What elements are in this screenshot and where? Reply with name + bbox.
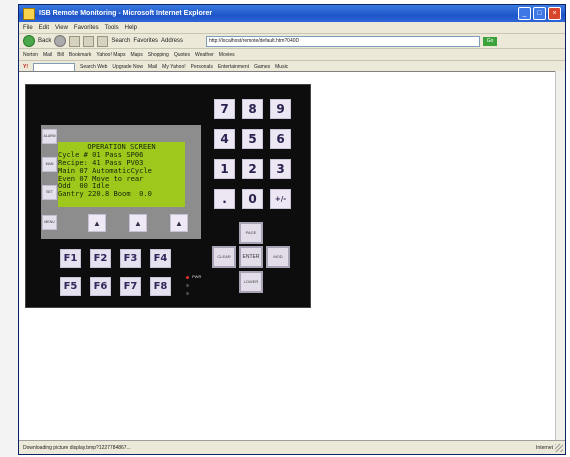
links-item-maps[interactable]: Maps [130,52,142,58]
numpad-3[interactable]: 3 [270,159,291,179]
links-item-quotes[interactable]: Quotes [174,52,190,58]
go-button[interactable]: Go [483,36,498,46]
lcd-screen: OPERATION SCREEN Cycle # 01 Pass SP06 Re… [58,142,185,207]
refresh-icon[interactable] [83,35,95,47]
address-label: Address [161,38,184,44]
numpad-8[interactable]: 8 [242,99,263,119]
yahoo-personals[interactable]: Personals [191,64,213,70]
menu-key[interactable]: MENU [42,215,57,230]
numpad-decimal[interactable]: . [214,189,235,209]
window-title: ISB Remote Monitoring - Microsoft Intern… [39,10,213,17]
favorites-button[interactable]: Favorites [133,38,158,44]
yahoo-my-yahoo[interactable]: My Yahoo! [162,64,185,70]
manual-key[interactable]: MAN [42,157,57,172]
softkey-up-2[interactable]: ▲ [129,214,147,232]
status-led [186,292,189,295]
nav-clear-key[interactable]: CLEAR [212,246,236,268]
alarm-key[interactable]: ALARM [42,129,57,144]
links-toolbar: Norton Mail Bill Bookmark Yahoo! Maps Ma… [19,49,565,61]
maximize-button[interactable]: □ [533,7,546,20]
nav-lower-key[interactable]: LOWER [239,271,263,293]
yahoo-music[interactable]: Music [275,64,288,70]
nav-page-key[interactable]: PAGE [239,222,263,244]
address-field[interactable]: http://localhost/remote/default.htm?040D [206,35,481,47]
menu-tools[interactable]: Tools [105,25,119,31]
yahoo-entertainment[interactable]: Entertainment [218,64,249,70]
numpad-1[interactable]: 1 [214,159,235,179]
minimize-button[interactable]: _ [518,7,531,20]
vertical-scrollbar[interactable] [555,71,565,440]
menu-view[interactable]: View [55,25,68,31]
nav-mod-key[interactable]: MOD [266,246,290,268]
yahoo-games[interactable]: Games [254,64,270,70]
forward-arrow-icon[interactable] [54,35,67,47]
ie-icon [23,7,35,20]
stop-icon[interactable] [69,35,81,47]
numpad-5[interactable]: 5 [242,129,263,149]
title-bar[interactable]: ISB Remote Monitoring - Microsoft Intern… [19,5,565,22]
f7-key[interactable]: F7 [120,277,141,296]
desktop-left-strip [0,0,18,457]
menu-edit[interactable]: Edit [39,25,49,31]
yahoo-logo[interactable]: Y! [23,64,28,70]
f8-key[interactable]: F8 [150,277,171,296]
lcd-line: Gantry 220.8 Boom 0.0 [58,189,152,199]
f6-key[interactable]: F6 [90,277,111,296]
close-button[interactable]: × [548,7,561,20]
f1-key[interactable]: F1 [60,249,81,268]
yahoo-upgrade[interactable]: Upgrade Now [112,64,143,70]
menu-help[interactable]: Help [125,25,137,31]
numpad-6[interactable]: 6 [270,129,291,149]
links-item-weather[interactable]: Weather [195,52,214,58]
setup-key[interactable]: SET [42,185,57,200]
menu-bar: File Edit View Favorites Tools Help [19,22,565,34]
yahoo-search-web[interactable]: Search Web [80,64,107,70]
browser-window: ISB Remote Monitoring - Microsoft Intern… [18,4,566,455]
page-content: OPERATION SCREEN Cycle # 01 Pass SP06 Re… [19,71,565,440]
yahoo-mail[interactable]: Mail [148,64,157,70]
status-led [186,284,189,287]
numpad-2[interactable]: 2 [242,159,263,179]
links-item-movies[interactable]: Movies [219,52,235,58]
status-bar: Downloading picture display.bmp?12277848… [19,440,565,454]
numpad-plus-minus[interactable]: +/- [270,189,291,209]
links-item-norton[interactable]: Norton [23,52,38,58]
links-item-bill[interactable]: Bill [57,52,64,58]
nav-enter-key[interactable]: ENTER [239,246,263,268]
links-item-bookmark[interactable]: Bookmark [69,52,92,58]
power-led-label: PWR [192,274,202,279]
resize-grip-icon[interactable] [555,444,563,452]
links-item-yahoo-maps[interactable]: Yahoo! Maps [96,52,125,58]
numpad-4[interactable]: 4 [214,129,235,149]
numpad-9[interactable]: 9 [270,99,291,119]
softkey-up-1[interactable]: ▲ [88,214,106,232]
hmi-operator-panel: OPERATION SCREEN Cycle # 01 Pass SP06 Re… [25,84,311,308]
numpad-7[interactable]: 7 [214,99,235,119]
menu-file[interactable]: File [23,25,33,31]
links-item-mail[interactable]: Mail [43,52,52,58]
home-icon[interactable] [97,35,109,47]
back-arrow-icon[interactable] [23,35,35,47]
f2-key[interactable]: F2 [90,249,111,268]
f3-key[interactable]: F3 [120,249,141,268]
numpad-0[interactable]: 0 [242,189,263,209]
links-item-shopping[interactable]: Shopping [148,52,169,58]
status-text: Downloading picture display.bmp?12277848… [23,444,131,451]
f4-key[interactable]: F4 [150,249,171,268]
back-button[interactable]: Back [38,38,51,44]
f5-key[interactable]: F5 [60,277,81,296]
menu-favorites[interactable]: Favorites [74,25,99,31]
search-button[interactable]: Search [111,38,130,44]
standard-toolbar: Back Search Favorites Address http://loc… [19,34,565,49]
power-led [186,276,189,279]
softkey-up-3[interactable]: ▲ [170,214,188,232]
